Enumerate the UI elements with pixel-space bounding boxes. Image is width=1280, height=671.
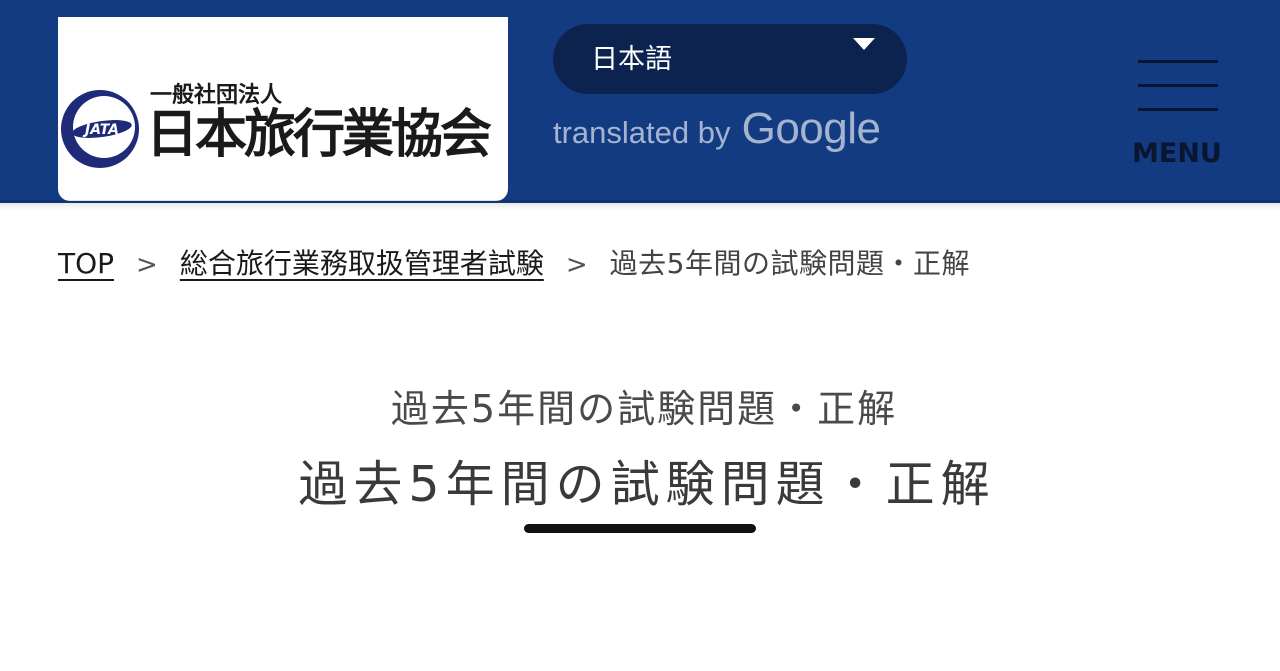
breadcrumb-link-top[interactable]: TOP <box>58 247 114 280</box>
translated-by-google[interactable]: translated by Google <box>553 104 881 158</box>
emblem-text: JATA <box>82 122 119 138</box>
caret-down-icon <box>853 38 875 50</box>
menu-button[interactable]: MENU <box>1128 60 1228 170</box>
page-title-small: 過去5年間の試験問題・正解 <box>390 387 898 431</box>
jata-emblem-icon: JATA <box>61 90 139 168</box>
language-select[interactable]: 日本語 <box>553 24 907 94</box>
translated-by-text: translated by <box>553 115 731 150</box>
breadcrumb-link-exam[interactable]: 総合旅行業務取扱管理者試験 <box>180 247 544 280</box>
breadcrumb-separator: > <box>136 250 158 280</box>
google-brand-text: Google <box>741 104 881 153</box>
hamburger-bar-icon <box>1138 60 1218 63</box>
site-logo[interactable]: JATA 一般社団法人 日本旅行業協会 <box>58 17 508 201</box>
breadcrumb: TOP > 総合旅行業務取扱管理者試験 > 過去5年間の試験問題・正解 <box>58 242 970 286</box>
menu-label: MENU <box>1132 138 1222 169</box>
hamburger-bar-icon <box>1138 108 1218 111</box>
header-shadow <box>0 200 1280 210</box>
title-underline <box>524 524 756 533</box>
page-title: 過去5年間の試験問題・正解 <box>298 456 996 513</box>
logo-org-name: 日本旅行業協会 <box>146 105 492 165</box>
language-select-value: 日本語 <box>591 44 672 75</box>
breadcrumb-current: 過去5年間の試験問題・正解 <box>609 247 970 280</box>
hamburger-bar-icon <box>1138 84 1218 87</box>
breadcrumb-separator: > <box>565 250 588 280</box>
site-header: JATA 一般社団法人 日本旅行業協会 日本語 translated by Go… <box>0 0 1280 203</box>
